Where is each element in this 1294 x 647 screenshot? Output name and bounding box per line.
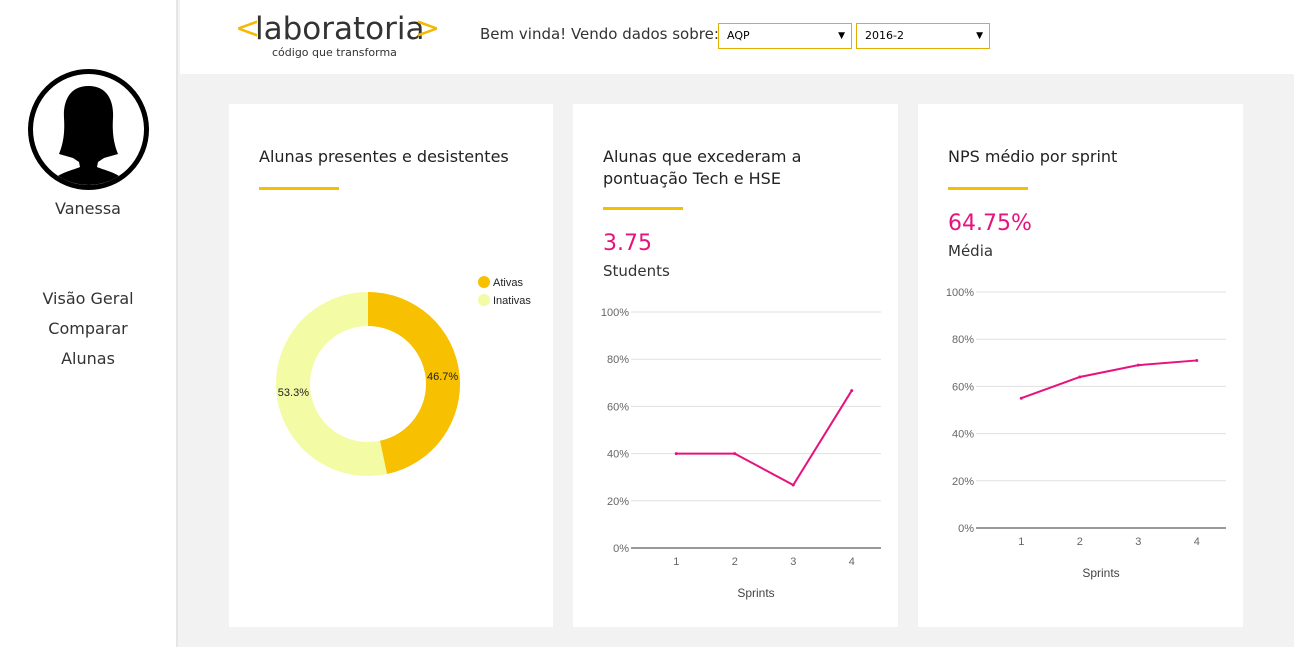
pie-slice-label: 53.3% — [278, 387, 309, 399]
generation-select[interactable]: 2016-2 ▼ — [856, 23, 990, 49]
data-point — [850, 389, 854, 393]
legend-swatch — [478, 276, 490, 288]
nav-visao-geral[interactable]: Visão Geral — [0, 288, 176, 318]
laboratoria-logo: < laboratoria > código que transforma — [235, 10, 440, 62]
kpi-value: 3.75 — [603, 231, 652, 256]
y-tick-label: 100% — [946, 287, 974, 299]
sede-select[interactable]: AQP ▼ — [718, 23, 852, 49]
x-tick-label: 1 — [673, 556, 679, 568]
kpi-value: 64.75% — [948, 211, 1032, 236]
welcome-text: Bem vinda! Vendo dados sobre: — [480, 25, 719, 43]
pie-slice-label: 46.7% — [427, 371, 458, 383]
logo-tagline: código que transforma — [272, 46, 397, 59]
generation-select-value: 2016-2 — [865, 29, 904, 42]
data-point — [1136, 363, 1140, 367]
series-line — [676, 390, 853, 487]
user-silhouette-icon — [53, 86, 124, 185]
y-tick-label: 20% — [607, 496, 629, 508]
x-axis-label: Sprints — [1082, 566, 1119, 580]
data-point — [733, 452, 737, 456]
title-underline — [259, 187, 339, 190]
x-tick-label: 3 — [1135, 536, 1141, 548]
y-tick-label: 0% — [958, 523, 974, 535]
legend-label: Ativas — [493, 277, 523, 289]
sede-select-value: AQP — [727, 29, 750, 42]
kpi-label: Students — [603, 262, 670, 280]
legend-swatch — [478, 294, 490, 306]
y-tick-label: 40% — [607, 449, 629, 461]
x-tick-label: 1 — [1018, 536, 1024, 548]
kpi-label: Média — [948, 242, 994, 260]
legend-label: Inativas — [493, 295, 531, 307]
x-tick-label: 4 — [1194, 536, 1200, 548]
data-point — [1019, 396, 1023, 400]
username: Vanessa — [55, 199, 121, 218]
title-underline — [603, 207, 683, 210]
data-point — [674, 452, 678, 456]
y-tick-label: 100% — [601, 307, 629, 319]
sidebar: Vanessa Visão Geral Comparar Alunas — [0, 0, 178, 647]
data-point — [1078, 375, 1082, 379]
card-title: NPS médio por sprint — [948, 147, 1118, 166]
top-header: < laboratoria > código que transforma Be… — [180, 0, 1294, 74]
x-tick-label: 2 — [732, 556, 738, 568]
y-tick-label: 60% — [607, 401, 629, 413]
line-chart-tech-hse: 0% 20% 40% 60% 80% 100% 1 2 3 4 Sprints — [601, 307, 881, 600]
y-tick-label: 60% — [952, 381, 974, 393]
donut-chart: 46.7% 53.3% Ativas Inativas — [276, 276, 531, 476]
data-point — [791, 483, 795, 487]
x-axis-label: Sprints — [737, 586, 774, 600]
x-tick-label: 4 — [849, 556, 855, 568]
y-tick-label: 80% — [952, 334, 974, 346]
card-title: Alunas presentes e desistentes — [259, 147, 509, 166]
logo-bracket-right: > — [415, 11, 441, 46]
nav-alunas[interactable]: Alunas — [0, 348, 176, 378]
card-tech-hse: Alunas que excederam a pontuação Tech e … — [573, 104, 898, 627]
dropdown-arrow-icon: ▼ — [838, 31, 845, 41]
sidebar-nav: Visão Geral Comparar Alunas — [0, 288, 176, 378]
y-tick-label: 20% — [952, 476, 974, 488]
y-tick-label: 40% — [952, 429, 974, 441]
title-underline — [948, 187, 1028, 190]
nav-comparar[interactable]: Comparar — [0, 318, 176, 348]
dropdown-arrow-icon: ▼ — [976, 31, 983, 41]
card-title: Alunas que excederam a pontuação Tech e … — [603, 147, 802, 188]
y-tick-label: 0% — [613, 543, 629, 555]
data-point — [1195, 358, 1199, 362]
card-nps: NPS médio por sprint 64.75% Média 0% 20% 4… — [918, 104, 1243, 627]
x-tick-label: 3 — [790, 556, 796, 568]
line-chart-nps: 0% 20% 40% 60% 80% 100% 1 2 3 4 Sprints — [946, 287, 1226, 580]
card-attendance: Alunas presentes e desistentes 46.7% 53.3… — [229, 104, 553, 627]
x-tick-label: 2 — [1077, 536, 1083, 548]
y-tick-label: 80% — [607, 354, 629, 366]
series-line — [1020, 359, 1197, 400]
avatar — [28, 69, 149, 190]
logo-word: laboratoria — [255, 11, 425, 47]
